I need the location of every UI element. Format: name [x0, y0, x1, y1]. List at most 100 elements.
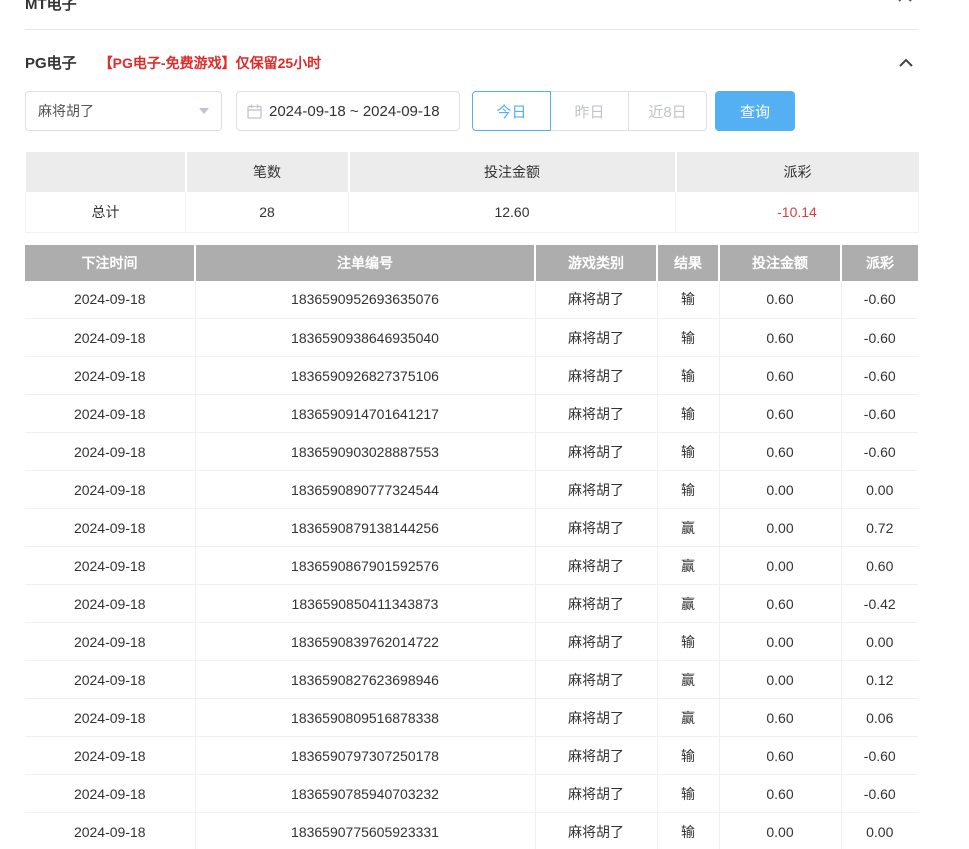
records-header-cell: 注单编号 [195, 245, 535, 281]
summary-header-bet-amount: 投注金额 [349, 152, 676, 192]
order-id-cell: 1836590879138144256 [195, 509, 535, 547]
quick-range-group: 今日昨日近8日 [472, 91, 707, 131]
bet-amount-cell: 0.60 [719, 585, 841, 623]
bet-time-cell: 2024-09-18 [25, 585, 195, 623]
bet-time-cell: 2024-09-18 [25, 737, 195, 775]
summary-count-value: 28 [186, 192, 349, 232]
calendar-icon [247, 104, 262, 119]
result-cell: 输 [657, 737, 719, 775]
records-header-cell: 投注金额 [719, 245, 841, 281]
records-header-row: 下注时间注单编号游戏类别结果投注金额派彩 [25, 245, 918, 281]
summary-bet-amount-value: 12.60 [349, 192, 676, 232]
date-range-picker[interactable]: 2024-09-18 ~ 2024-09-18 [236, 91, 460, 131]
game-type-cell: 麻将胡了 [535, 509, 657, 547]
bet-time-cell: 2024-09-18 [25, 775, 195, 813]
query-button[interactable]: 查询 [715, 91, 795, 131]
game-select[interactable]: 麻将胡了 [25, 91, 222, 131]
quick-range-button[interactable]: 昨日 [550, 91, 629, 131]
collapse-chevron-up-icon[interactable] [898, 56, 914, 70]
result-cell: 赢 [657, 699, 719, 737]
order-id-cell: 1836590952693635076 [195, 281, 535, 319]
result-cell: 输 [657, 281, 719, 319]
order-id-cell: 1836590827623698946 [195, 661, 535, 699]
table-row: 2024-09-181836590914701641217麻将胡了输0.60-0… [25, 395, 918, 433]
game-type-cell: 麻将胡了 [535, 699, 657, 737]
bet-amount-cell: 0.60 [719, 433, 841, 471]
payout-cell: -0.60 [841, 775, 918, 813]
result-cell: 赢 [657, 585, 719, 623]
bet-time-cell: 2024-09-18 [25, 395, 195, 433]
chevron-up-icon[interactable] [897, 0, 913, 3]
order-id-cell: 1836590785940703232 [195, 775, 535, 813]
records-header-cell: 结果 [657, 245, 719, 281]
bet-amount-cell: 0.00 [719, 623, 841, 661]
bet-amount-cell: 0.60 [719, 395, 841, 433]
bet-time-cell: 2024-09-18 [25, 547, 195, 585]
table-row: 2024-09-181836590850411343873麻将胡了赢0.60-0… [25, 585, 918, 623]
payout-cell: -0.60 [841, 395, 918, 433]
order-id-cell: 1836590867901592576 [195, 547, 535, 585]
payout-cell: 0.00 [841, 813, 918, 849]
payout-cell: 0.60 [841, 547, 918, 585]
records-header-cell: 下注时间 [25, 245, 195, 281]
quick-range-button[interactable]: 今日 [472, 91, 551, 131]
payout-cell: 0.00 [841, 471, 918, 509]
summary-total-row: 总计 28 12.60 -10.14 [26, 192, 919, 232]
previous-section-title: MT电子 [25, 0, 77, 5]
payout-cell: 0.00 [841, 623, 918, 661]
page: MT电子 PG电子 【PG电子-免费游戏】仅保留25小时 麻将胡了 [0, 0, 969, 849]
game-type-cell: 麻将胡了 [535, 737, 657, 775]
section-notice: 【PG电子-免费游戏】仅保留25小时 [99, 53, 321, 73]
summary-header-row: 笔数 投注金额 派彩 [26, 152, 919, 192]
result-cell: 输 [657, 813, 719, 849]
quick-range-button[interactable]: 近8日 [628, 91, 707, 131]
payout-cell: -0.60 [841, 281, 918, 319]
game-type-cell: 麻将胡了 [535, 319, 657, 357]
bet-amount-cell: 0.00 [719, 547, 841, 585]
summary-header-payout: 派彩 [676, 152, 919, 192]
order-id-cell: 1836590903028887553 [195, 433, 535, 471]
records-header-cell: 游戏类别 [535, 245, 657, 281]
order-id-cell: 1836590938646935040 [195, 319, 535, 357]
payout-cell: -0.60 [841, 319, 918, 357]
game-type-cell: 麻将胡了 [535, 547, 657, 585]
order-id-cell: 1836590926827375106 [195, 357, 535, 395]
bet-time-cell: 2024-09-18 [25, 433, 195, 471]
bet-time-cell: 2024-09-18 [25, 699, 195, 737]
bet-amount-cell: 0.60 [719, 737, 841, 775]
records-table: 下注时间注单编号游戏类别结果投注金额派彩 2024-09-18183659095… [25, 245, 918, 849]
order-id-cell: 1836590914701641217 [195, 395, 535, 433]
bet-time-cell: 2024-09-18 [25, 471, 195, 509]
filter-bar: 麻将胡了 2024-09-18 ~ 2024-09-18 今日昨日近8日 查询 [25, 91, 918, 131]
order-id-cell: 1836590839762014722 [195, 623, 535, 661]
table-row: 2024-09-181836590926827375106麻将胡了输0.60-0… [25, 357, 918, 395]
result-cell: 输 [657, 775, 719, 813]
bet-time-cell: 2024-09-18 [25, 357, 195, 395]
bet-time-cell: 2024-09-18 [25, 319, 195, 357]
game-type-cell: 麻将胡了 [535, 585, 657, 623]
payout-cell: -0.60 [841, 433, 918, 471]
records-header-cell: 派彩 [841, 245, 918, 281]
table-row: 2024-09-181836590839762014722麻将胡了输0.000.… [25, 623, 918, 661]
result-cell: 赢 [657, 509, 719, 547]
date-range-value: 2024-09-18 ~ 2024-09-18 [269, 103, 440, 120]
payout-cell: -0.42 [841, 585, 918, 623]
payout-cell: 0.72 [841, 509, 918, 547]
table-row: 2024-09-181836590952693635076麻将胡了输0.60-0… [25, 281, 918, 319]
order-id-cell: 1836590797307250178 [195, 737, 535, 775]
game-type-cell: 麻将胡了 [535, 433, 657, 471]
result-cell: 输 [657, 319, 719, 357]
bet-amount-cell: 0.00 [719, 813, 841, 849]
result-cell: 赢 [657, 661, 719, 699]
game-type-cell: 麻将胡了 [535, 357, 657, 395]
table-row: 2024-09-181836590903028887553麻将胡了输0.60-0… [25, 433, 918, 471]
records-body: 2024-09-181836590952693635076麻将胡了输0.60-0… [25, 281, 918, 849]
summary-table: 笔数 投注金额 派彩 总计 28 12.60 -10.14 [25, 152, 919, 233]
summary-payout-value: -10.14 [676, 192, 919, 232]
chevron-down-icon [199, 108, 209, 114]
bet-amount-cell: 0.60 [719, 775, 841, 813]
payout-cell: -0.60 [841, 357, 918, 395]
game-type-cell: 麻将胡了 [535, 813, 657, 849]
bet-time-cell: 2024-09-18 [25, 661, 195, 699]
bet-time-cell: 2024-09-18 [25, 813, 195, 849]
